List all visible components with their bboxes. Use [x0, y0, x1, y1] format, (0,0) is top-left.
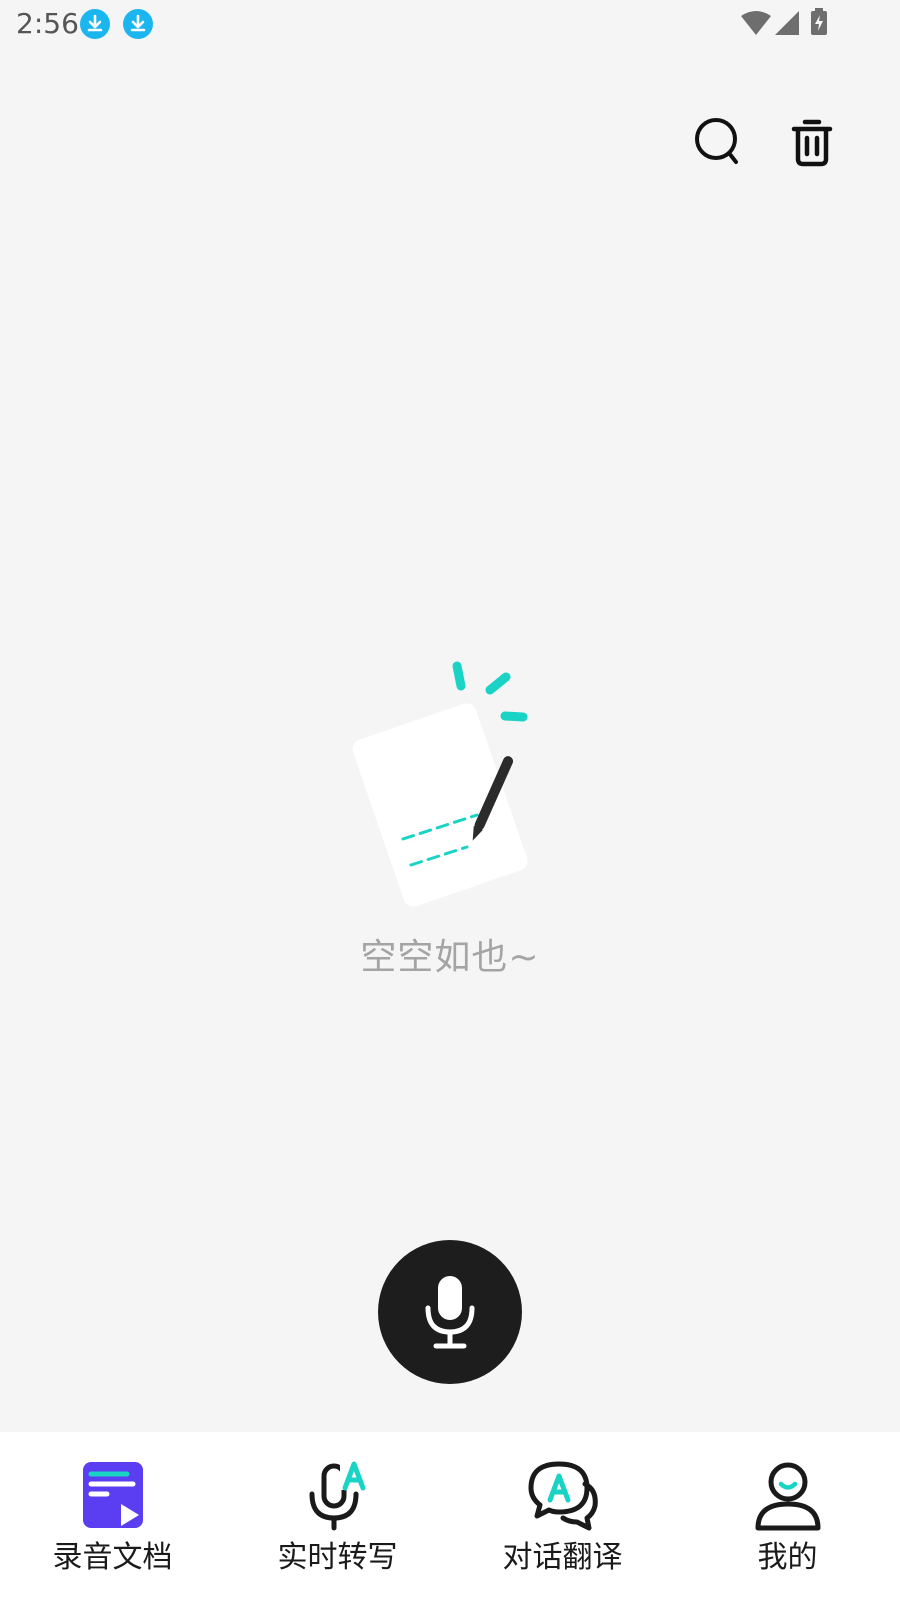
nav-item-dialogue-translate[interactable]: 对话翻译 [450, 1432, 675, 1600]
status-bar: 2:56 [0, 0, 900, 48]
nav-item-recording-docs[interactable]: 录音文档 [0, 1432, 225, 1600]
download-icon [80, 9, 110, 39]
recording-doc-icon [83, 1462, 143, 1528]
note-pen-icon [352, 661, 528, 907]
app-screen: 2:56 空空如也~ 录音文档 实时转写 对话翻译 我的 [0, 0, 900, 1600]
download-icon [123, 9, 153, 39]
trash-icon[interactable] [788, 116, 836, 168]
profile-icon [755, 1462, 821, 1531]
nav-label: 录音文档 [52, 1540, 173, 1575]
search-icon[interactable] [694, 116, 742, 168]
nav-label: 我的 [757, 1540, 818, 1575]
nav-label: 对话翻译 [502, 1540, 623, 1575]
microphone-icon [425, 1276, 475, 1349]
dialogue-translate-icon [528, 1461, 598, 1531]
status-time: 2:56 [16, 7, 79, 40]
nav-label: 实时转写 [277, 1540, 398, 1575]
empty-state-message: 空空如也~ [360, 937, 540, 978]
bottom-nav: 录音文档 实时转写 对话翻译 我的 [0, 1432, 900, 1600]
record-button[interactable] [378, 1240, 522, 1384]
live-transcribe-icon [309, 1461, 370, 1531]
battery-charging-icon [811, 8, 827, 35]
signal-icon [775, 11, 799, 35]
wifi-icon [741, 11, 771, 35]
nav-item-profile[interactable]: 我的 [675, 1432, 900, 1600]
nav-item-live-transcribe[interactable]: 实时转写 [225, 1432, 450, 1600]
